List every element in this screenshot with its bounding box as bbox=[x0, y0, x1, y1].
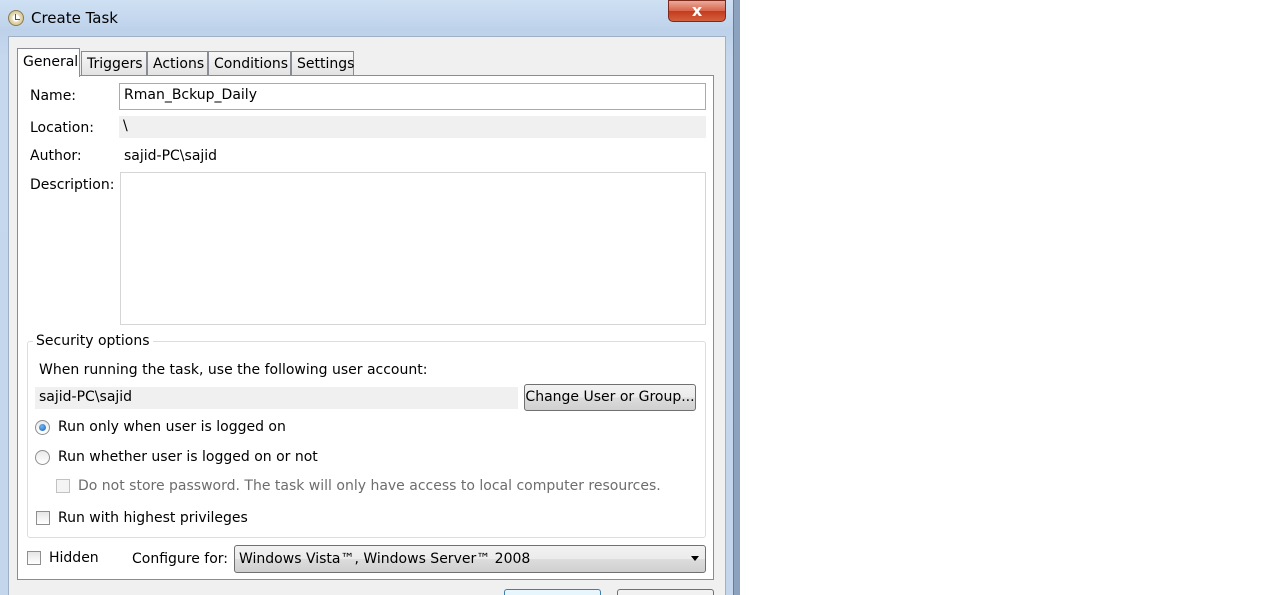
configure-for-value: Windows Vista™, Windows Server™ 2008 bbox=[239, 551, 531, 567]
user-account-value: sajid-PC\sajid bbox=[35, 387, 518, 409]
location-value: \ bbox=[119, 116, 706, 138]
run-logged-on-label[interactable]: Run only when user is logged on bbox=[58, 419, 286, 435]
configure-for-select[interactable]: Windows Vista™, Windows Server™ 2008 bbox=[234, 545, 706, 573]
security-options-title: Security options bbox=[33, 333, 153, 349]
hidden-checkbox[interactable] bbox=[27, 551, 41, 565]
chevron-down-icon bbox=[691, 556, 699, 561]
tab-conditions[interactable]: Conditions bbox=[208, 51, 291, 75]
description-label: Description: bbox=[30, 177, 115, 193]
title-bar: Create Task x bbox=[0, 0, 733, 34]
name-input[interactable]: Rman_Bckup_Daily bbox=[119, 83, 706, 110]
run-whether-radio[interactable] bbox=[35, 450, 50, 465]
create-task-dialog: Create Task x General Triggers Actions C… bbox=[0, 0, 734, 595]
cancel-button[interactable] bbox=[617, 589, 714, 595]
close-button[interactable]: x bbox=[668, 0, 726, 22]
highest-privileges-checkbox[interactable] bbox=[36, 511, 50, 525]
close-icon: x bbox=[691, 1, 703, 20]
location-label: Location: bbox=[30, 120, 94, 136]
author-value: sajid-PC\sajid bbox=[124, 148, 218, 164]
configure-for-label: Configure for: bbox=[132, 551, 229, 567]
run-logged-on-radio[interactable] bbox=[35, 420, 50, 435]
author-label: Author: bbox=[30, 148, 82, 164]
tab-triggers[interactable]: Triggers bbox=[81, 51, 147, 75]
highest-privileges-label[interactable]: Run with highest privileges bbox=[58, 510, 248, 526]
no-store-password-checkbox[interactable] bbox=[56, 479, 70, 493]
hidden-label[interactable]: Hidden bbox=[49, 550, 99, 566]
name-label: Name: bbox=[30, 88, 77, 104]
description-textarea[interactable] bbox=[120, 172, 706, 325]
change-user-button[interactable]: Change User or Group... bbox=[524, 384, 696, 411]
window-title: Create Task bbox=[31, 9, 118, 27]
task-scheduler-icon bbox=[8, 10, 24, 26]
run-whether-label[interactable]: Run whether user is logged on or not bbox=[58, 449, 318, 465]
tab-settings[interactable]: Settings bbox=[291, 51, 354, 75]
blank-area bbox=[740, 0, 1274, 595]
ok-button[interactable] bbox=[504, 589, 601, 595]
account-prompt: When running the task, use the following… bbox=[39, 362, 428, 378]
no-store-password-label: Do not store password. The task will onl… bbox=[78, 478, 661, 494]
tab-actions[interactable]: Actions bbox=[147, 51, 208, 75]
tab-general[interactable]: General bbox=[17, 48, 80, 77]
